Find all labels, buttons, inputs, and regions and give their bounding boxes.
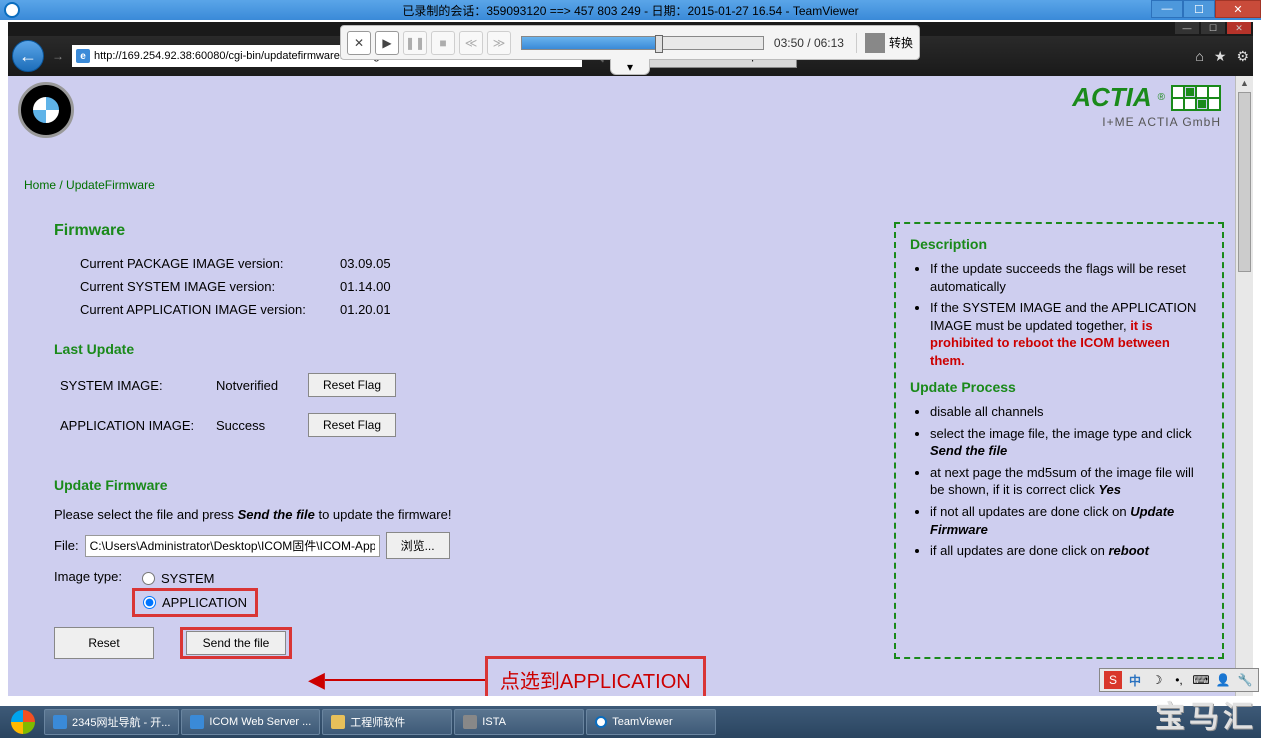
actia-subtitle: I+ME ACTIA GmbH [1072,115,1221,129]
taskbar-item[interactable]: 2345网址导航 - 开... [44,709,179,735]
last-update-heading: Last Update [54,341,864,357]
forward-button[interactable]: → [48,46,68,66]
firmware-heading: Firmware [54,222,864,240]
rewind-icon[interactable]: ≪ [459,31,483,55]
description-panel: Description If the update succeeds the f… [894,222,1224,659]
breadcrumb-home[interactable]: Home [24,178,56,192]
file-path-input[interactable] [85,535,380,557]
pause-icon[interactable]: ❚❚ [403,31,427,55]
taskbar-item[interactable]: 工程师软件 [322,709,452,735]
teamviewer-icon [595,716,607,728]
ime-toolbar[interactable]: S 中 ☽ •, ⌨ 👤 🔧 [1099,668,1259,692]
radio-system[interactable]: SYSTEM [142,569,258,588]
ime-logo-icon: S [1104,671,1122,689]
window-title: 已录制的会话：359093120 ==> 457 803 249 - 日期：20… [402,2,858,19]
url-text: http://169.254.92.38:60080/cgi-bin/updat… [94,50,382,62]
version-row: Current SYSTEM IMAGE version:01.14.00 [80,279,864,294]
play-icon[interactable]: ▶ [375,31,399,55]
favorites-icon[interactable]: ★ [1214,48,1227,65]
maximize-button[interactable]: ☐ [1183,0,1215,18]
playback-slider[interactable] [521,36,764,50]
wrench-icon[interactable]: 🔧 [1236,671,1254,689]
softkeyboard-icon[interactable]: ⌨ [1192,671,1210,689]
convert-icon [865,33,885,53]
scrollbar[interactable] [1235,76,1253,696]
playback-toolbar: ✕ ▶ ❚❚ ■ ≪ ≫ 03:50 / 06:13 转换 ▾ [340,25,920,60]
reset-flag-button[interactable]: Reset Flag [308,373,396,397]
reset-flag-button[interactable]: Reset Flag [308,413,396,437]
minimize-button[interactable]: — [1151,0,1183,18]
send-file-button[interactable]: Send the file [186,631,286,655]
version-row: Current PACKAGE IMAGE version:03.09.05 [80,256,864,271]
actia-grid-icon [1171,85,1221,111]
bmw-logo [18,82,74,138]
teamviewer-titlebar: 已录制的会话：359093120 ==> 457 803 249 - 日期：20… [0,0,1261,20]
reset-button[interactable]: Reset [54,627,154,659]
user-icon[interactable]: 👤 [1214,671,1232,689]
ista-icon [463,715,477,729]
moon-icon[interactable]: ☽ [1148,671,1166,689]
teamviewer-icon [4,2,20,18]
convert-button[interactable]: 转换 [856,33,913,53]
taskbar: 2345网址导航 - 开... ICOM Web Server ... 工程师软… [0,706,1261,738]
stop-square-icon[interactable]: ■ [431,31,455,55]
annotation-1: ◀ 点选到APPLICATION [308,656,706,696]
update-firmware-heading: Update Firmware [54,477,864,493]
breadcrumb-current[interactable]: UpdateFirmware [66,178,155,192]
settings-icon[interactable]: ⚙ [1236,48,1249,65]
ie-icon [190,715,204,729]
taskbar-item[interactable]: ICOM Web Server ... [181,709,320,735]
windows-logo-icon [11,710,35,734]
breadcrumb: Home / UpdateFirmware [24,178,1225,192]
start-button[interactable] [4,708,42,736]
stop-icon[interactable]: ✕ [347,31,371,55]
taskbar-item[interactable]: ISTA [454,709,584,735]
radio-application[interactable]: APPLICATION [143,593,247,612]
page-content: ACTIA® I+ME ACTIA GmbH Home / UpdateFirm… [8,76,1235,696]
punctuation-icon[interactable]: •, [1170,671,1188,689]
ie-tools: ⌂ ★ ⚙ [1195,48,1249,65]
pulldown-handle[interactable]: ▾ [610,59,650,75]
taskbar-item[interactable]: TeamViewer [586,709,716,735]
forward-icon[interactable]: ≫ [487,31,511,55]
actia-logo-text: ACTIA [1072,82,1151,113]
watermark: 宝马汇 [1155,692,1257,736]
slider-handle[interactable] [655,35,663,53]
ime-lang[interactable]: 中 [1126,671,1144,689]
ie-icon: e [76,49,90,63]
browse-button[interactable]: 浏览... [386,532,450,559]
table-row: SYSTEM IMAGE: Notverified Reset Flag [60,373,406,411]
image-type-label: Image type: [54,569,142,617]
convert-label: 转换 [889,34,913,51]
home-icon[interactable]: ⌂ [1195,48,1203,65]
table-row: APPLICATION IMAGE: Success Reset Flag [60,413,406,451]
playback-time: 03:50 / 06:13 [774,36,844,50]
ie-close-button[interactable]: ✕ [1227,22,1251,34]
file-label: File: [54,538,79,553]
ie-minimize-button[interactable]: — [1175,22,1199,34]
version-row: Current APPLICATION IMAGE version:01.20.… [80,302,864,317]
ie-maximize-button[interactable]: ☐ [1201,22,1225,34]
close-button[interactable]: ✕ [1215,0,1261,18]
folder-icon [331,715,345,729]
back-button[interactable]: ← [12,40,44,72]
remote-desktop: — ☐ ✕ ← → e http://169.254.92.38:60080/c… [8,22,1253,696]
actia-brand: ACTIA® I+ME ACTIA GmbH [1072,82,1221,129]
ie-icon [53,715,67,729]
